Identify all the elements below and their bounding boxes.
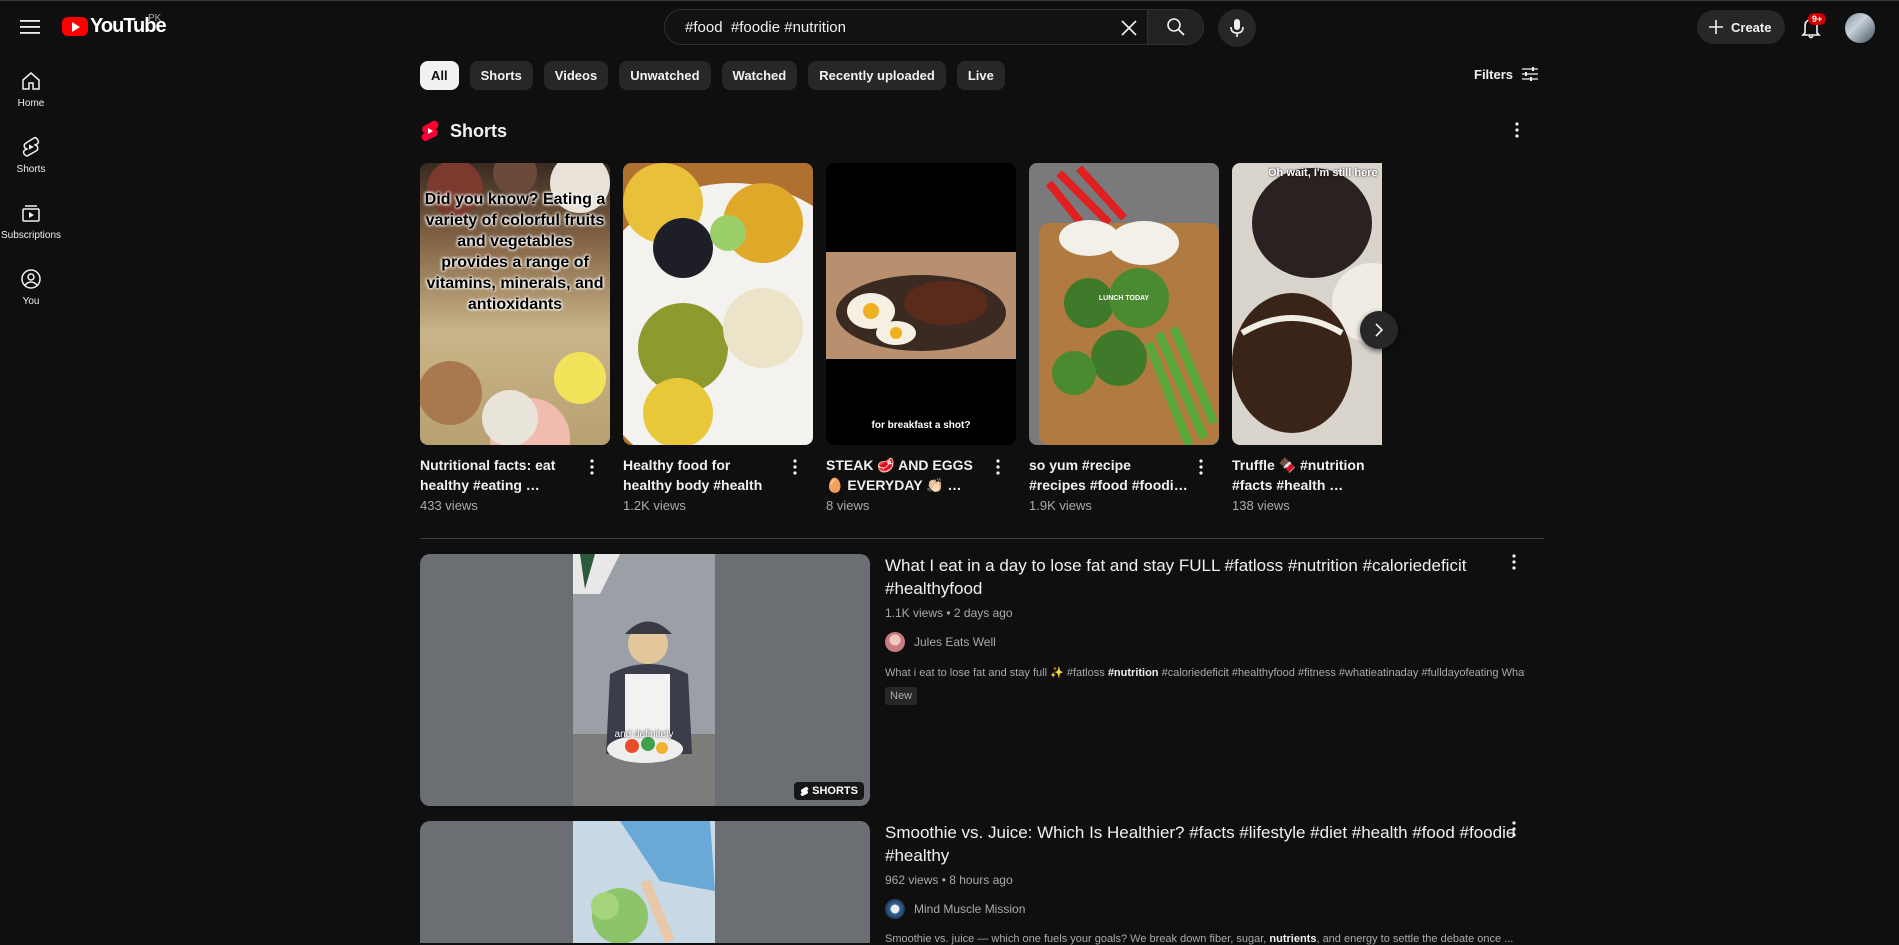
- short-title[interactable]: STEAK 🥩 AND EGGS 🥚 EVERYDAY 👏🏻 …: [826, 455, 986, 495]
- shorts-section-menu-icon[interactable]: [1515, 122, 1519, 143]
- short-title[interactable]: Nutritional facts: eat healthy #eating …: [420, 455, 580, 495]
- video-thumbnail[interactable]: [420, 821, 870, 943]
- shorts-logo-icon: [421, 120, 439, 141]
- you-icon: [21, 268, 41, 289]
- microphone-icon: [1230, 19, 1244, 37]
- chip-live[interactable]: Live: [956, 61, 1005, 90]
- plus-icon: [1709, 20, 1723, 34]
- channel-avatar[interactable]: [885, 632, 905, 652]
- short-views: 138 views: [1232, 498, 1290, 513]
- short-overlay-text: LUNCH TODAY: [1098, 295, 1150, 302]
- search-icon: [1166, 18, 1185, 36]
- new-badge: New: [885, 687, 918, 705]
- account-avatar[interactable]: [1845, 13, 1875, 43]
- country-code: PK: [148, 13, 162, 24]
- channel-link[interactable]: Mind Muscle Mission: [885, 899, 1525, 919]
- chip-watched[interactable]: Watched: [721, 61, 798, 90]
- sidebar-item-you[interactable]: You: [0, 254, 62, 320]
- short-views: 433 views: [420, 498, 478, 513]
- shorts-shelf: Did you know? Eating a variety of colorf…: [420, 163, 1382, 523]
- channel-avatar[interactable]: [885, 899, 905, 919]
- shorts-icon: [22, 136, 40, 157]
- menu-icon[interactable]: [16, 13, 44, 41]
- sidebar-item-subscriptions[interactable]: Subscriptions: [0, 188, 62, 254]
- section-divider: [420, 538, 1544, 539]
- search-box: [664, 9, 1204, 45]
- short-thumbnail[interactable]: [623, 163, 813, 445]
- video-thumbnail[interactable]: and definitely SHORTS: [420, 554, 870, 806]
- youtube-play-icon: [62, 17, 88, 36]
- video-description: What i eat to lose fat and stay full ✨ #…: [885, 667, 1525, 679]
- filters-button[interactable]: Filters: [1474, 66, 1539, 82]
- youtube-logo[interactable]: YouTube PK: [62, 13, 167, 38]
- short-title[interactable]: Truffle 🍫 #nutrition #facts #health …: [1232, 455, 1380, 495]
- filter-chips: All Shorts Videos Unwatched Watched Rece…: [420, 61, 1005, 90]
- sidebar-item-shorts[interactable]: Shorts: [0, 122, 62, 188]
- sidebar: Home Shorts Subscriptions You: [0, 56, 62, 320]
- video-result[interactable]: Smoothie vs. Juice: Which Is Healthier? …: [420, 821, 1544, 945]
- shorts-next-button[interactable]: [1360, 311, 1398, 349]
- short-thumbnail[interactable]: Oh wait, I'm still here: [1232, 163, 1382, 445]
- shorts-badge: SHORTS: [794, 782, 864, 800]
- video-title[interactable]: Smoothie vs. Juice: Which Is Healthier? …: [885, 821, 1525, 867]
- notification-count-badge: 9+: [1808, 13, 1827, 25]
- shorts-badge-icon: [800, 786, 809, 796]
- chip-all[interactable]: All: [420, 61, 459, 90]
- short-thumbnail[interactable]: LUNCH TODAY: [1029, 163, 1219, 445]
- sliders-icon: [1522, 67, 1539, 81]
- short-views: 1.9K views: [1029, 498, 1092, 513]
- short-card[interactable]: Did you know? Eating a variety of colorf…: [420, 163, 610, 513]
- short-card[interactable]: Oh wait, I'm still here Truffle 🍫 #nutri…: [1232, 163, 1382, 513]
- shorts-section-title: Shorts: [450, 120, 508, 141]
- chip-unwatched[interactable]: Unwatched: [619, 61, 711, 90]
- video-meta: 962 views • 8 hours ago: [885, 873, 1013, 887]
- thumbnail-caption: and definitely: [614, 729, 674, 740]
- short-card[interactable]: Healthy food for healthy body #health #f…: [623, 163, 813, 513]
- video-menu-icon[interactable]: [1512, 554, 1516, 575]
- short-title[interactable]: Healthy food for healthy body #health #f…: [623, 455, 783, 495]
- channel-link[interactable]: Jules Eats Well: [885, 632, 1525, 652]
- short-menu-icon[interactable]: [996, 459, 1000, 480]
- shorts-section-header: Shorts: [420, 120, 507, 142]
- home-icon: [22, 71, 40, 90]
- short-card[interactable]: LUNCH TODAY so yum #recipe #recipes #foo…: [1029, 163, 1219, 513]
- short-menu-icon[interactable]: [1199, 459, 1203, 480]
- video-details: What I eat in a day to lose fat and stay…: [885, 554, 1525, 705]
- clear-search-icon[interactable]: [1115, 14, 1143, 42]
- search-input[interactable]: [665, 18, 1105, 36]
- create-button[interactable]: Create: [1697, 10, 1786, 44]
- video-description: Smoothie vs. juice — which one fuels you…: [885, 933, 1514, 945]
- short-menu-icon[interactable]: [793, 459, 797, 480]
- channel-name[interactable]: Mind Muscle Mission: [914, 902, 1025, 916]
- chip-recently-uploaded[interactable]: Recently uploaded: [808, 61, 946, 90]
- chip-videos[interactable]: Videos: [543, 61, 609, 90]
- chevron-right-icon: [1375, 323, 1384, 337]
- short-card[interactable]: for breakfast a shot? STEAK 🥩 AND EGGS 🥚…: [826, 163, 1016, 513]
- video-menu-icon[interactable]: [1512, 821, 1516, 842]
- short-views: 8 views: [826, 498, 870, 513]
- short-overlay-text: Did you know? Eating a variety of colorf…: [424, 191, 606, 313]
- top-bar: YouTube PK Create 9+: [0, 0, 1899, 52]
- voice-search-button[interactable]: [1218, 9, 1256, 47]
- short-overlay-text: Oh wait, I'm still here: [1268, 167, 1378, 179]
- short-title[interactable]: so yum #recipe #recipes #food #foodi…: [1029, 455, 1189, 495]
- short-views: 1.2K views: [623, 498, 686, 513]
- video-details: Smoothie vs. Juice: Which Is Healthier? …: [885, 821, 1525, 945]
- short-overlay-text: for breakfast a shot?: [871, 420, 971, 431]
- subscriptions-icon: [22, 204, 40, 222]
- short-thumbnail[interactable]: Did you know? Eating a variety of colorf…: [420, 163, 610, 445]
- sidebar-item-home[interactable]: Home: [0, 56, 62, 122]
- video-title[interactable]: What I eat in a day to lose fat and stay…: [885, 554, 1525, 600]
- short-thumbnail[interactable]: for breakfast a shot?: [826, 163, 1016, 445]
- search-button[interactable]: [1147, 10, 1203, 44]
- chip-shorts[interactable]: Shorts: [469, 61, 533, 90]
- video-meta: 1.1K views • 2 days ago: [885, 606, 1013, 620]
- video-result[interactable]: and definitely SHORTS What I eat in a da…: [420, 554, 1544, 806]
- channel-name[interactable]: Jules Eats Well: [914, 635, 996, 649]
- short-menu-icon[interactable]: [590, 459, 594, 480]
